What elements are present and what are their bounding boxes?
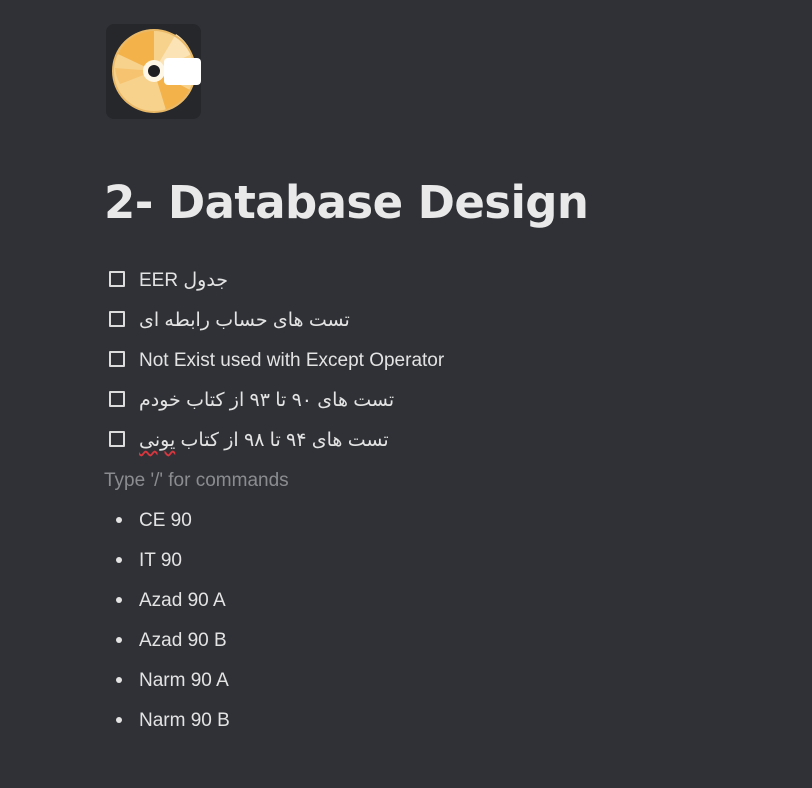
todo-checkbox[interactable]: [109, 271, 125, 287]
bullet-dot-icon: [116, 717, 122, 723]
bullet-dot-icon: [116, 557, 122, 563]
todo-item: تست های ۹۴ تا ۹۸ از کتاب یونی: [104, 421, 704, 461]
todo-label[interactable]: Not Exist used with Except Operator: [139, 349, 444, 373]
todo-item: جدول EER: [104, 261, 704, 301]
todo-label-start: تست های ۹۴ تا ۹۸ از کتاب: [175, 430, 389, 451]
todo-checkbox[interactable]: [109, 391, 125, 407]
todo-checkbox[interactable]: [109, 311, 125, 327]
list-item-label[interactable]: CE 90: [139, 509, 192, 533]
bullet-dot-icon: [116, 517, 122, 523]
list-item-label[interactable]: Narm 90 B: [139, 709, 230, 733]
todo-item: تست های ۹۰ تا ۹۳ از کتاب خودم: [104, 381, 704, 421]
todo-checkbox[interactable]: [109, 431, 125, 447]
bullet-dot-icon: [116, 637, 122, 643]
todo-label[interactable]: جدول EER: [139, 269, 228, 293]
list-item-label[interactable]: IT 90: [139, 549, 182, 573]
page-title[interactable]: 2- Database Design: [104, 172, 589, 234]
list-item-label[interactable]: Narm 90 A: [139, 669, 229, 693]
bullet-dot-icon: [116, 597, 122, 603]
todo-label[interactable]: تست های ۹۴ تا ۹۸ از کتاب یونی: [139, 429, 389, 453]
todo-label[interactable]: تست های ۹۰ تا ۹۳ از کتاب خودم: [139, 389, 394, 413]
todo-list: جدول EER تست های حساب رابطه ای Not Exist…: [104, 261, 704, 461]
list-item-label[interactable]: Azad 90 B: [139, 629, 227, 653]
list-item-label[interactable]: Azad 90 A: [139, 589, 226, 613]
spellcheck-word[interactable]: یونی: [139, 430, 175, 451]
todo-label[interactable]: تست های حساب رابطه ای: [139, 309, 350, 333]
todo-item: تست های حساب رابطه ای: [104, 301, 704, 341]
page-icon[interactable]: [106, 24, 201, 119]
command-placeholder[interactable]: Type '/' for commands: [104, 469, 289, 493]
cd-disc-icon: [112, 29, 201, 113]
todo-item: Not Exist used with Except Operator: [104, 341, 704, 381]
todo-checkbox[interactable]: [109, 351, 125, 367]
bullet-dot-icon: [116, 677, 122, 683]
